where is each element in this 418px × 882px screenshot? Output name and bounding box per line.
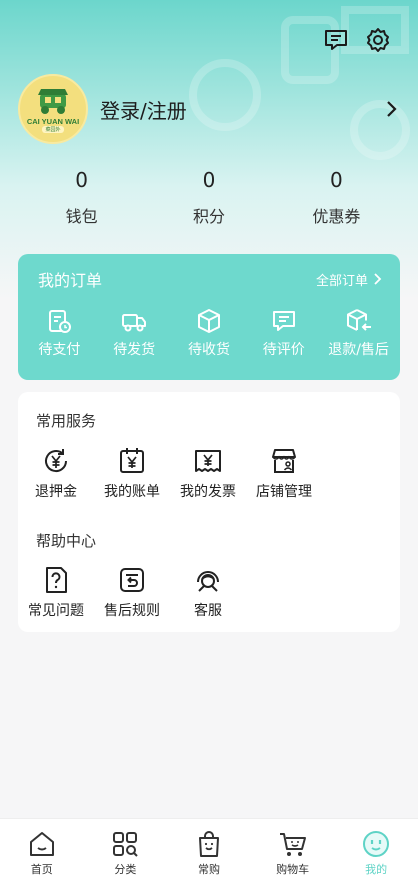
order-status-label: 待发货 (113, 342, 156, 358)
orders-title: 我的订单 (38, 271, 103, 290)
tab-home[interactable]: 首页 (0, 819, 84, 882)
tab-category[interactable]: 分类 (84, 819, 168, 882)
tab-label: 购物车 (276, 863, 310, 876)
store-icon (272, 449, 296, 473)
order-status-refund-aftersale[interactable]: 退款/售后 (322, 307, 396, 359)
order-status-label: 退款/售后 (328, 342, 389, 358)
help-faq[interactable]: 常见问题 (18, 565, 94, 620)
return-rule-icon (120, 568, 144, 592)
stat-label: 积分 (192, 207, 225, 226)
service-label: 我的发票 (180, 484, 236, 500)
bill-icon (120, 448, 144, 473)
help-customer-service[interactable]: 客服 (170, 565, 246, 620)
truck-icon (122, 314, 147, 332)
tab-label: 常购 (197, 863, 220, 876)
shopping-bag-icon (198, 831, 219, 857)
avatar[interactable]: CAI YUAN WAI 菜园外 (18, 74, 88, 144)
stat-points[interactable]: 0 积分 (145, 165, 272, 227)
services-card: 常用服务 退押金 我的账单 我的发票 店铺管理 帮助中心 常见问题 售后规则 客… (18, 392, 400, 632)
invoice-icon (195, 450, 221, 472)
service-label: 店铺管理 (256, 484, 312, 500)
avatar-brand-text: CAI YUAN WAI (26, 116, 80, 126)
chevron-right-icon[interactable] (382, 100, 400, 118)
profile-header[interactable]: CAI YUAN WAI 菜园外 登录/注册 (18, 73, 400, 145)
service-label: 退押金 (35, 484, 77, 500)
chevron-right-icon (374, 273, 382, 285)
order-status-pending-payment[interactable]: 待支付 (22, 307, 96, 359)
stat-value: 0 (329, 168, 343, 192)
box-icon (197, 309, 220, 333)
tab-mine[interactable]: 我的 (334, 819, 418, 882)
customer-service-icon (197, 571, 219, 592)
common-services-title: 常用服务 (36, 412, 97, 430)
box-return-icon (346, 309, 371, 331)
stat-coupons[interactable]: 0 优惠券 (273, 165, 400, 227)
refund-icon (45, 449, 68, 473)
all-orders-label: 全部订单 (315, 273, 368, 289)
cart-icon (279, 833, 306, 856)
comment-icon (272, 311, 295, 331)
service-my-invoices[interactable]: 我的发票 (170, 446, 246, 501)
tab-frequent[interactable]: 常购 (167, 819, 251, 882)
store-logo-icon (38, 88, 68, 114)
all-orders-link[interactable]: 全部订单 (316, 270, 382, 289)
stat-label: 优惠券 (312, 207, 361, 226)
avatar-sub-text: 菜园外 (42, 125, 64, 133)
stat-value: 0 (75, 168, 89, 192)
login-register-link[interactable]: 登录/注册 (100, 95, 382, 124)
category-icon (113, 832, 139, 857)
tab-label: 分类 (114, 863, 137, 876)
tab-cart[interactable]: 购物车 (251, 819, 335, 882)
order-status-pending-receipt[interactable]: 待收货 (172, 307, 246, 359)
order-status-label: 待评价 (262, 342, 305, 358)
smiley-icon (363, 831, 390, 857)
help-label: 售后规则 (104, 603, 160, 619)
order-status-pending-review[interactable]: 待评价 (247, 307, 321, 359)
help-label: 客服 (194, 603, 222, 619)
stat-value: 0 (202, 168, 216, 192)
service-my-bills[interactable]: 我的账单 (94, 446, 170, 501)
order-status-label: 待收货 (187, 342, 230, 358)
order-status-label: 待支付 (38, 342, 81, 358)
order-status-pending-shipment[interactable]: 待发货 (97, 307, 171, 359)
my-orders-card: 我的订单 全部订单 待支付 待发货 待收货 待评价 退款/售后 (18, 254, 400, 380)
tab-label: 首页 (30, 863, 53, 876)
stat-wallet[interactable]: 0 钱包 (18, 165, 145, 227)
account-stats: 0 钱包 0 积分 0 优惠券 (18, 165, 400, 227)
stat-label: 钱包 (65, 207, 98, 226)
home-icon (29, 832, 54, 856)
help-aftersale-rules[interactable]: 售后规则 (94, 565, 170, 620)
service-label: 我的账单 (104, 484, 160, 500)
bottom-tab-bar: 首页 分类 常购 购物车 我的 (0, 818, 418, 882)
question-icon (46, 567, 67, 593)
message-icon[interactable] (322, 26, 350, 54)
tab-label: 我的 (365, 863, 388, 876)
help-label: 常见问题 (28, 603, 84, 619)
service-store-management[interactable]: 店铺管理 (246, 446, 322, 501)
clipboard-clock-icon (49, 310, 72, 333)
help-center-title: 帮助中心 (36, 532, 97, 550)
settings-gear-icon[interactable] (364, 26, 392, 54)
service-refund-deposit[interactable]: 退押金 (18, 446, 94, 501)
